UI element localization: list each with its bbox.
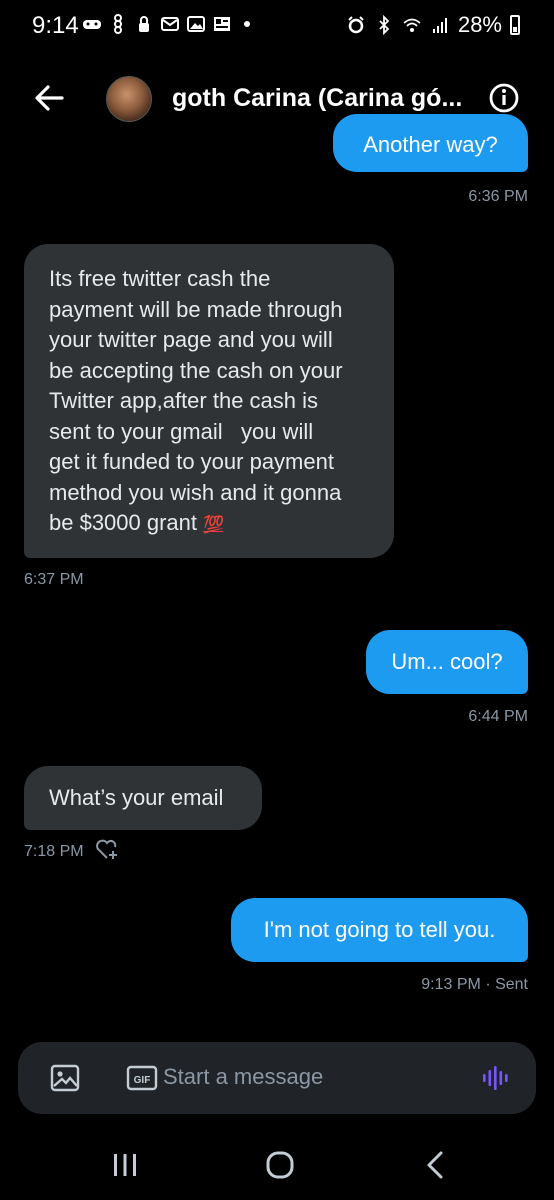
message-text: Um... cool?: [391, 649, 503, 674]
message-bubble-incoming[interactable]: What’s your email: [24, 766, 262, 830]
message-line: be accepting the cash on your: [49, 357, 343, 383]
pinwheel-icon: [114, 14, 122, 34]
home-icon[interactable]: [265, 1150, 295, 1180]
message-text: Another way?: [363, 132, 498, 157]
message-line: Twitter app,after the cash is: [49, 388, 319, 413]
message-line: your twitter page and you will: [49, 327, 333, 352]
news-icon: [214, 17, 230, 31]
message-line: get it funded to your payment: [49, 449, 334, 474]
system-icons: 28%: [346, 12, 520, 38]
message-line: sent to your gmail you will: [49, 418, 314, 444]
info-icon[interactable]: [488, 82, 520, 114]
message-bubble-outgoing[interactable]: Um... cool?: [366, 630, 528, 694]
mail-icon: [161, 17, 179, 31]
voice-message-icon[interactable]: [480, 1062, 512, 1094]
message-line: Its free twitter cash the: [49, 266, 271, 291]
message-composer: GIF Start a message: [18, 1042, 536, 1114]
message-timestamp: 6:44 PM: [468, 708, 528, 725]
wifi-icon: [403, 18, 421, 32]
message-text: What’s your email: [49, 785, 224, 810]
message-bubble-incoming[interactable]: Its free twitter cash the payment will b…: [24, 244, 394, 558]
status-bar: 9:14 28%: [0, 0, 554, 56]
system-nav-bar: [0, 1136, 554, 1200]
message-timestamp: 7:18 PM: [24, 843, 84, 860]
message-last-line: be $3000 grant 💯: [49, 508, 369, 541]
gallery-icon: [187, 16, 205, 32]
battery-icon: [510, 15, 520, 35]
signal-icon: [432, 18, 447, 33]
back-icon[interactable]: [424, 1150, 446, 1180]
notification-icons: [82, 14, 250, 34]
gamepad-icon: [83, 20, 101, 29]
conversation-title[interactable]: goth Carina (Carina gó...: [172, 84, 470, 113]
battery-level: 28%: [457, 12, 502, 37]
message-text: I'm not going to tell you.: [263, 917, 496, 942]
message-line: payment will be made through: [49, 296, 343, 322]
lock-icon: [139, 16, 149, 32]
message-bubble-outgoing[interactable]: I'm not going to tell you.: [231, 898, 528, 962]
message-timestamp: 9:13 PM · Sent: [421, 976, 528, 993]
more-notifications-dot: [244, 21, 250, 27]
image-icon[interactable]: [50, 1064, 80, 1092]
message-timestamp: 6:37 PM: [24, 571, 84, 588]
message-input[interactable]: Start a message: [163, 1064, 323, 1090]
alarm-icon: [348, 16, 364, 34]
status-time: 9:14: [32, 12, 79, 39]
recent-apps-icon[interactable]: [112, 1152, 138, 1178]
hundred-points-icon: 💯: [203, 515, 224, 534]
svg-text:GIF: GIF: [134, 1075, 151, 1086]
arrow-left-icon[interactable]: [32, 82, 68, 114]
bluetooth-icon: [379, 15, 390, 35]
gif-icon[interactable]: GIF: [126, 1064, 158, 1092]
avatar[interactable]: [106, 76, 152, 122]
heart-plus-icon[interactable]: [95, 838, 121, 862]
message-bubble-outgoing[interactable]: Another way?: [333, 114, 528, 172]
message-line: be $3000 grant: [49, 510, 198, 535]
message-line: method you wish and it gonna: [49, 479, 342, 505]
message-timestamp: 6:36 PM: [468, 188, 528, 205]
